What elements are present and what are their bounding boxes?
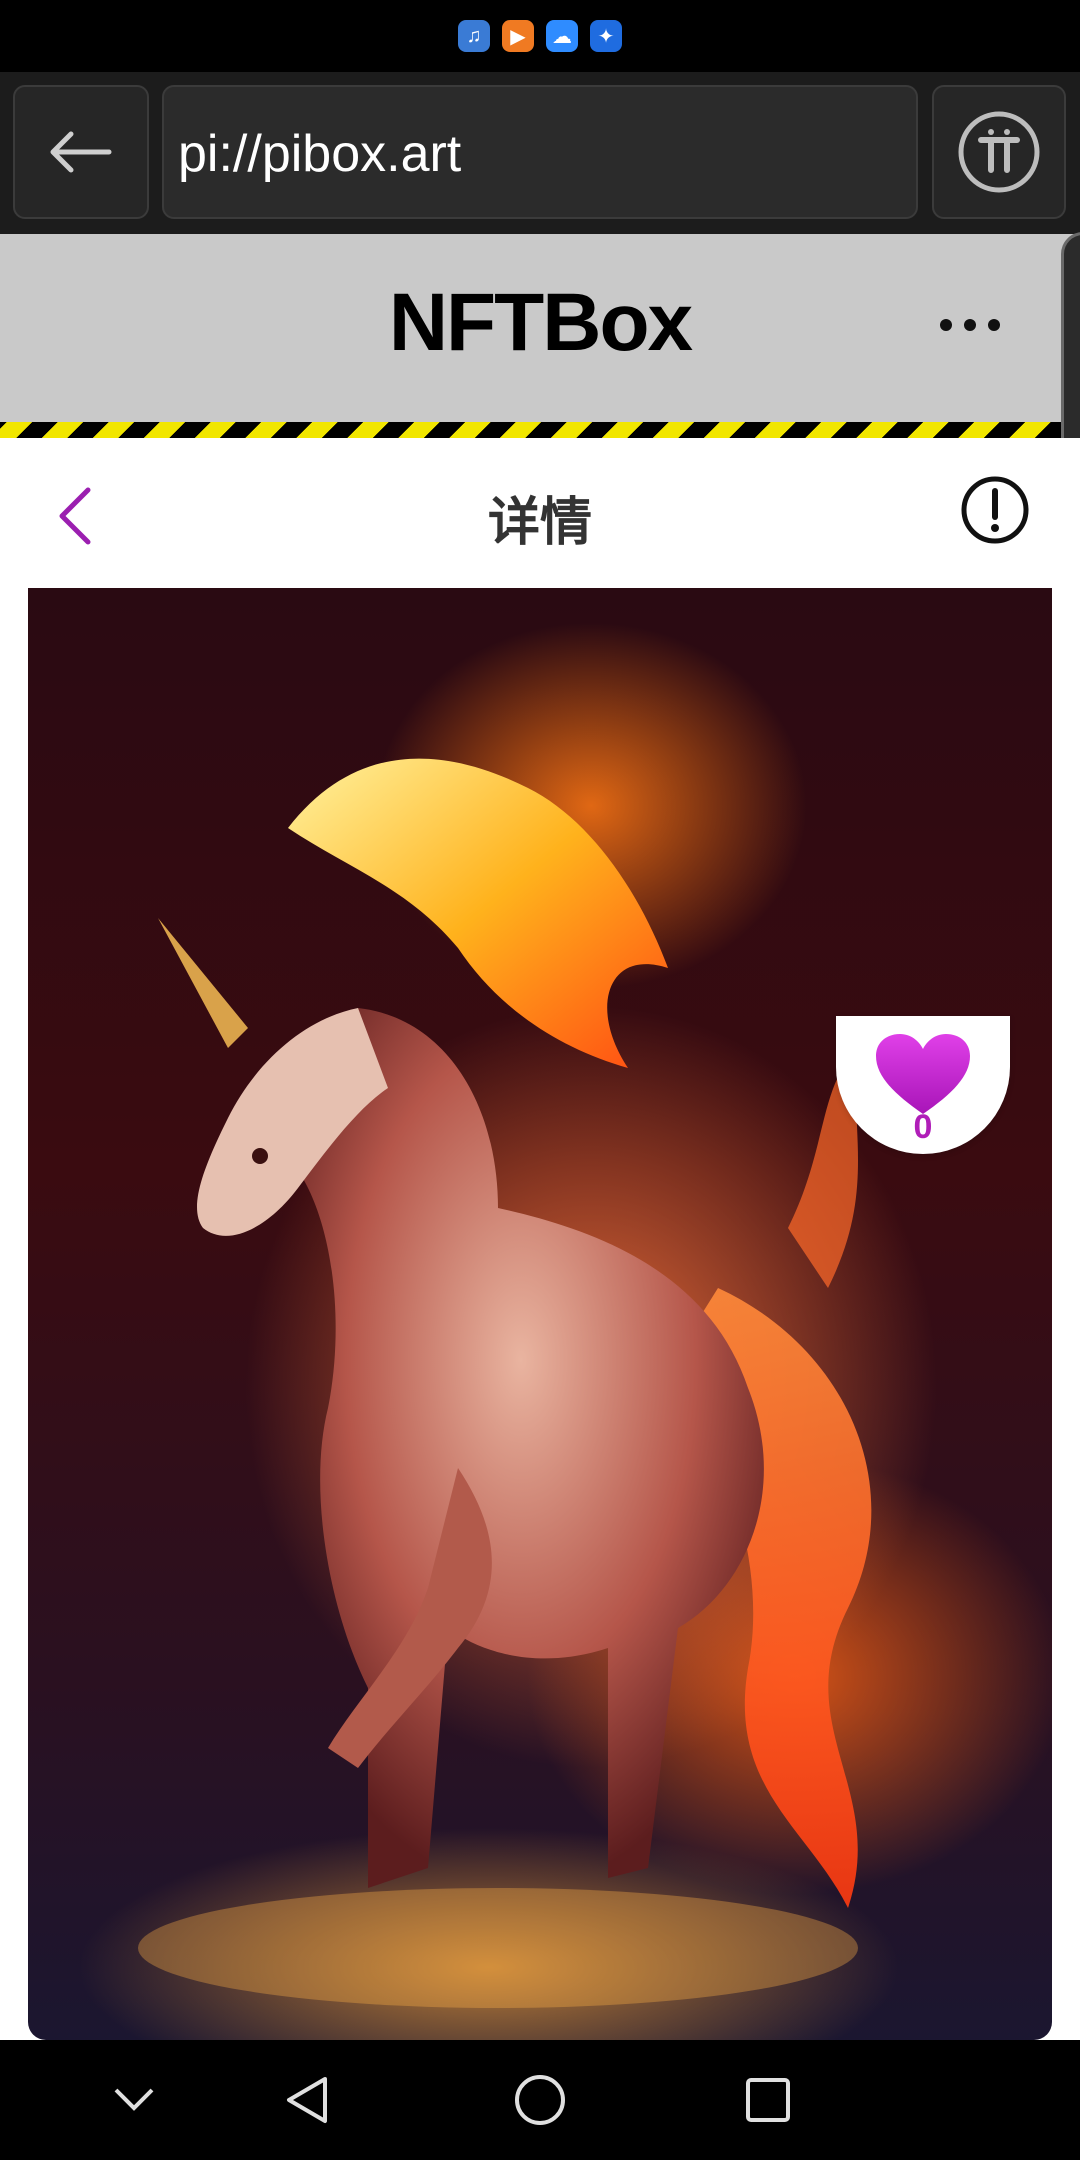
system-nav-bar [0,2040,1080,2160]
collapse-chevron-icon[interactable] [104,2070,164,2130]
info-exclamation-icon[interactable] [960,475,1030,545]
pi-browser-button[interactable] [932,85,1066,219]
home-circle-icon[interactable] [510,2070,570,2130]
status-bar: ♫ ▶ ☁ ✦ [0,0,1080,72]
more-dots-icon[interactable] [940,310,1000,340]
heart-icon [876,1034,970,1114]
url-field[interactable]: pi://pibox.art [162,85,918,219]
detail-header: 详情 [0,438,1080,588]
like-count: 0 [913,1108,933,1146]
app-header: NFTBox [0,234,1080,422]
arrow-left-icon [50,131,112,173]
cloud-app-icon: ☁ [546,20,578,52]
recents-square-icon[interactable] [738,2070,798,2130]
browser-back-button[interactable] [13,85,149,219]
hazard-stripe-divider [0,422,1060,438]
music-app-icon: ♫ [458,20,490,52]
video-app-icon: ▶ [502,20,534,52]
like-button[interactable]: 0 [836,1016,1010,1154]
tips-app-icon: ✦ [590,20,622,52]
page-title: 详情 [487,493,592,553]
back-triangle-icon[interactable] [278,2070,338,2130]
pi-logo-icon [958,111,1040,193]
detail-page: 详情 0 [0,438,1080,2040]
browser-toolbar: pi://pibox.art [0,72,1080,234]
nft-artwork-image[interactable] [28,588,1052,2040]
app-title: NFTBox [388,277,693,368]
fire-unicorn-illustration [138,758,872,2008]
